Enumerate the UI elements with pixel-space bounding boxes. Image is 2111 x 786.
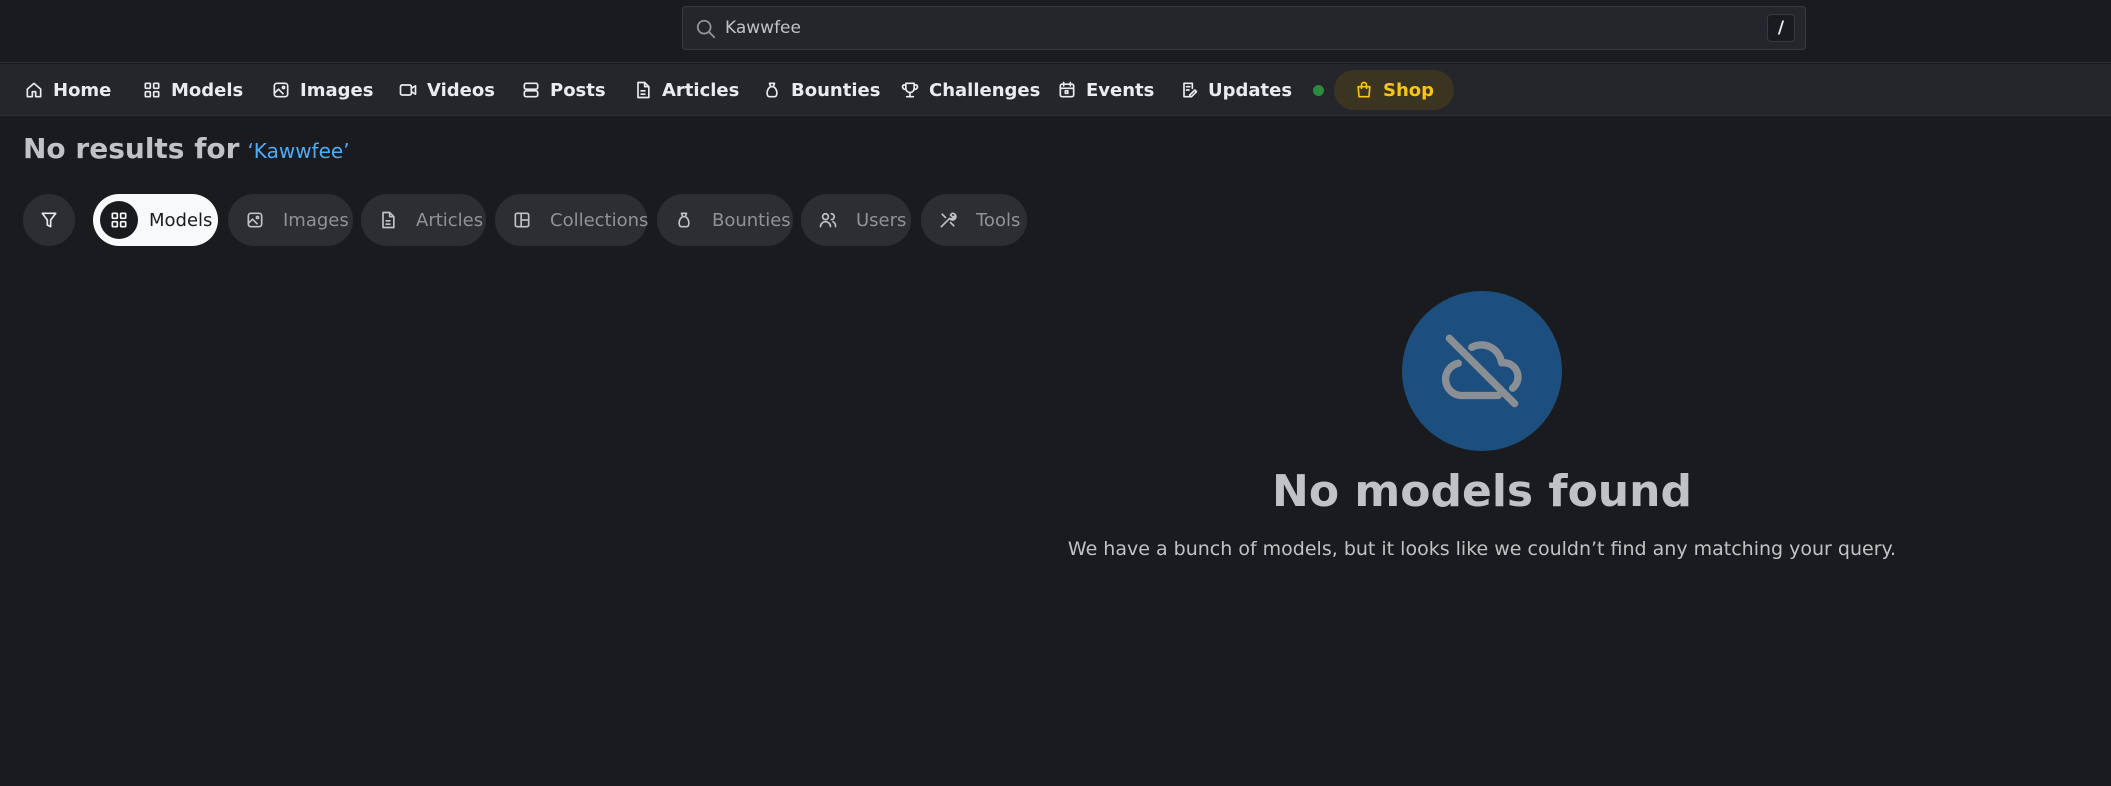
main-nav: Home Models Images Videos Posts Articles… xyxy=(0,64,2111,116)
tab-tools[interactable]: Tools xyxy=(921,194,1027,246)
edit-document-icon xyxy=(1183,82,1198,98)
empty-state-illustration xyxy=(1402,291,1562,451)
nav-label: Articles xyxy=(662,79,740,101)
nav-home[interactable]: Home xyxy=(24,70,111,110)
nav-models[interactable]: Models xyxy=(142,70,243,110)
filter-button[interactable] xyxy=(23,194,75,246)
tab-label: Tools xyxy=(976,209,1021,231)
nav-label: Images xyxy=(300,79,374,101)
tab-models[interactable]: Models xyxy=(93,194,218,246)
nav-label: Models xyxy=(171,79,244,101)
tab-articles[interactable]: Articles xyxy=(361,194,486,246)
nav-label: Bounties xyxy=(791,79,881,101)
image-icon xyxy=(247,212,263,228)
results-heading: No results for ‘Kawwfee’ xyxy=(23,132,350,172)
search-shortcut-key: / xyxy=(1767,14,1795,42)
tab-images[interactable]: Images xyxy=(228,194,353,246)
tab-label: Collections xyxy=(550,209,649,231)
search-input[interactable] xyxy=(725,7,1745,49)
nav-updates[interactable]: Updates xyxy=(1179,70,1325,110)
calendar-icon xyxy=(1059,81,1075,98)
document-icon xyxy=(637,81,650,99)
nav-videos[interactable]: Videos xyxy=(398,70,495,110)
moneybag-icon xyxy=(766,82,778,98)
image-icon xyxy=(273,82,289,98)
home-icon xyxy=(26,82,42,98)
stack-icon xyxy=(523,82,539,98)
tools-icon xyxy=(940,212,957,228)
grid-icon xyxy=(111,212,127,228)
tab-label: Articles xyxy=(416,209,484,231)
tab-label: Bounties xyxy=(712,209,791,231)
results-query: ‘Kawwfee’ xyxy=(247,139,350,163)
tab-label: Models xyxy=(149,209,213,231)
nav-images[interactable]: Images xyxy=(271,70,373,110)
tab-users[interactable]: Users xyxy=(801,194,911,246)
grid-icon xyxy=(144,82,160,98)
tab-label: Images xyxy=(283,209,349,231)
nav-label: Videos xyxy=(427,79,495,101)
top-bar: / xyxy=(0,0,2111,63)
trophy-icon xyxy=(901,82,919,98)
nav-label: Posts xyxy=(550,79,606,101)
document-icon xyxy=(382,211,395,229)
tab-label: Users xyxy=(856,209,907,231)
users-icon xyxy=(819,212,837,228)
tab-bounties[interactable]: Bounties xyxy=(657,194,793,246)
nav-events[interactable]: Events xyxy=(1057,70,1154,110)
nav-shop[interactable]: Shop xyxy=(1334,70,1455,110)
empty-state-title: No models found xyxy=(1272,466,1692,517)
results-prefix: No results for xyxy=(23,132,240,165)
video-icon xyxy=(399,84,417,96)
nav-challenges[interactable]: Challenges xyxy=(900,70,1040,110)
empty-state-description: We have a bunch of models, but it looks … xyxy=(1067,538,1897,560)
nav-label: Shop xyxy=(1383,79,1435,101)
updates-status-dot xyxy=(1313,84,1325,96)
filter-icon xyxy=(41,212,57,228)
nav-label: Home xyxy=(53,79,112,101)
search-bar[interactable]: / xyxy=(682,6,1806,50)
nav-bounties[interactable]: Bounties xyxy=(762,70,880,110)
nav-label: Updates xyxy=(1208,79,1293,101)
nav-label: Challenges xyxy=(929,79,1041,101)
moneybag-icon xyxy=(678,212,690,228)
layout-icon xyxy=(514,212,530,228)
nav-posts[interactable]: Posts xyxy=(521,70,606,110)
nav-articles[interactable]: Articles xyxy=(633,70,739,110)
nav-label: Events xyxy=(1086,79,1155,101)
search-icon xyxy=(696,19,716,39)
cloud-off-icon xyxy=(1441,334,1522,408)
tab-collections[interactable]: Collections xyxy=(495,194,649,246)
shopping-bag-icon xyxy=(1357,81,1371,98)
